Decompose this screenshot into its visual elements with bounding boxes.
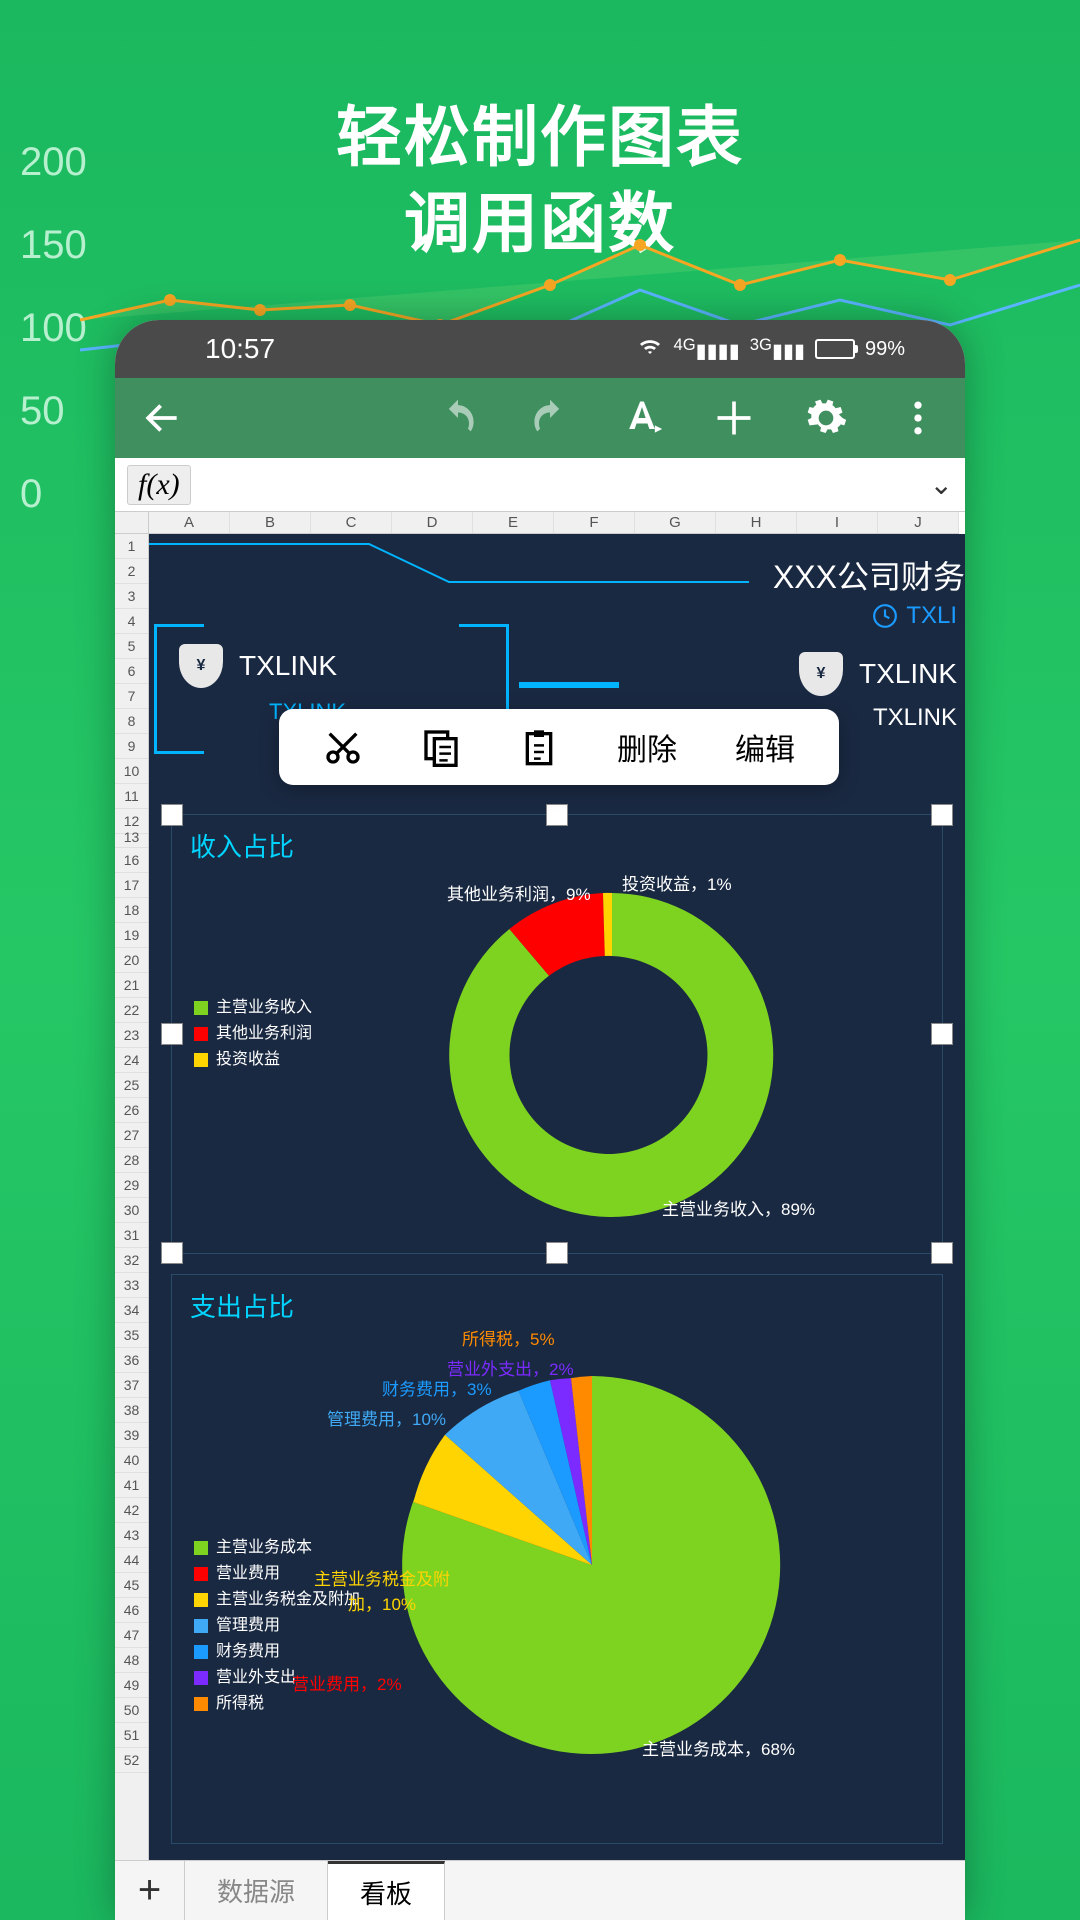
delete-button[interactable]: 删除 bbox=[617, 725, 677, 769]
resize-handle[interactable] bbox=[931, 1023, 953, 1045]
resize-handle[interactable] bbox=[161, 1023, 183, 1045]
bg-axis-labels: 200 150 100 50 0 bbox=[20, 140, 87, 555]
signal-4g: 4G▮▮▮▮ bbox=[673, 335, 739, 364]
status-time: 10:57 bbox=[205, 333, 275, 365]
row-gutter[interactable]: 1 2 3 4 5 6 7 8 9 10 11 12 13 16171819 2… bbox=[115, 512, 149, 1862]
formula-bar[interactable]: f(x) ⌄ bbox=[115, 458, 965, 512]
income-donut-panel[interactable]: 收入占比 主营业务收入 其 bbox=[171, 814, 943, 1254]
context-menu: 删除 编辑 bbox=[279, 709, 839, 785]
money-bag-icon: ¥ bbox=[179, 644, 223, 688]
copy-icon[interactable] bbox=[421, 727, 461, 767]
tab-datasource[interactable]: 数据源 bbox=[185, 1861, 328, 1920]
dashboard-title: XXX公司财务 bbox=[773, 552, 965, 598]
undo-icon[interactable] bbox=[436, 396, 480, 440]
wifi-icon bbox=[637, 336, 663, 362]
donut-chart bbox=[432, 875, 792, 1235]
signal-3g: 3G▮▮▮ bbox=[750, 335, 805, 364]
status-bar: 10:57 4G▮▮▮▮ 3G▮▮▮ 99% bbox=[115, 320, 965, 378]
cut-icon[interactable] bbox=[323, 727, 363, 767]
resize-handle[interactable] bbox=[931, 804, 953, 826]
expense-pie-panel[interactable]: 支出占比 主营业务成本 营业费用 主营业务税金及附加 管理费用 财务费用 bbox=[171, 1274, 943, 1844]
clock-icon-label: TXLI bbox=[872, 602, 957, 630]
column-headers[interactable]: A B C D E F G H I J bbox=[149, 512, 959, 534]
dashboard-canvas: XXX公司财务 TXLI ¥ TXLINK TXLINK ¥ TXLINK TX… bbox=[149, 534, 965, 1862]
gear-icon[interactable] bbox=[804, 396, 848, 440]
phone-mockup: 10:57 4G▮▮▮▮ 3G▮▮▮ 99% bbox=[115, 320, 965, 1920]
resize-handle[interactable] bbox=[546, 1242, 568, 1264]
text-style-icon[interactable] bbox=[620, 396, 664, 440]
tab-dashboard[interactable]: 看板 bbox=[328, 1861, 445, 1920]
legend: 主营业务收入 其他业务利润 投资收益 bbox=[194, 995, 312, 1073]
battery-icon bbox=[815, 339, 855, 359]
panel-title: 支出占比 bbox=[172, 1275, 942, 1336]
redo-icon[interactable] bbox=[528, 396, 572, 440]
spreadsheet-canvas[interactable]: 1 2 3 4 5 6 7 8 9 10 11 12 13 16171819 2… bbox=[115, 512, 965, 1862]
sheet-tabs: + 数据源 看板 bbox=[115, 1860, 965, 1920]
money-bag-icon: ¥ bbox=[799, 652, 843, 696]
resize-handle[interactable] bbox=[161, 1242, 183, 1264]
chevron-down-icon[interactable]: ⌄ bbox=[930, 468, 953, 501]
paste-icon[interactable] bbox=[519, 727, 559, 767]
fx-label[interactable]: f(x) bbox=[127, 465, 191, 505]
add-sheet-button[interactable]: + bbox=[115, 1861, 185, 1920]
resize-handle[interactable] bbox=[546, 804, 568, 826]
back-icon[interactable] bbox=[140, 396, 184, 440]
add-icon[interactable] bbox=[712, 396, 756, 440]
edit-button[interactable]: 编辑 bbox=[735, 725, 795, 769]
resize-handle[interactable] bbox=[161, 804, 183, 826]
more-icon[interactable] bbox=[896, 396, 940, 440]
resize-handle[interactable] bbox=[931, 1242, 953, 1264]
battery-percent: 99% bbox=[865, 338, 905, 361]
app-toolbar bbox=[115, 378, 965, 458]
